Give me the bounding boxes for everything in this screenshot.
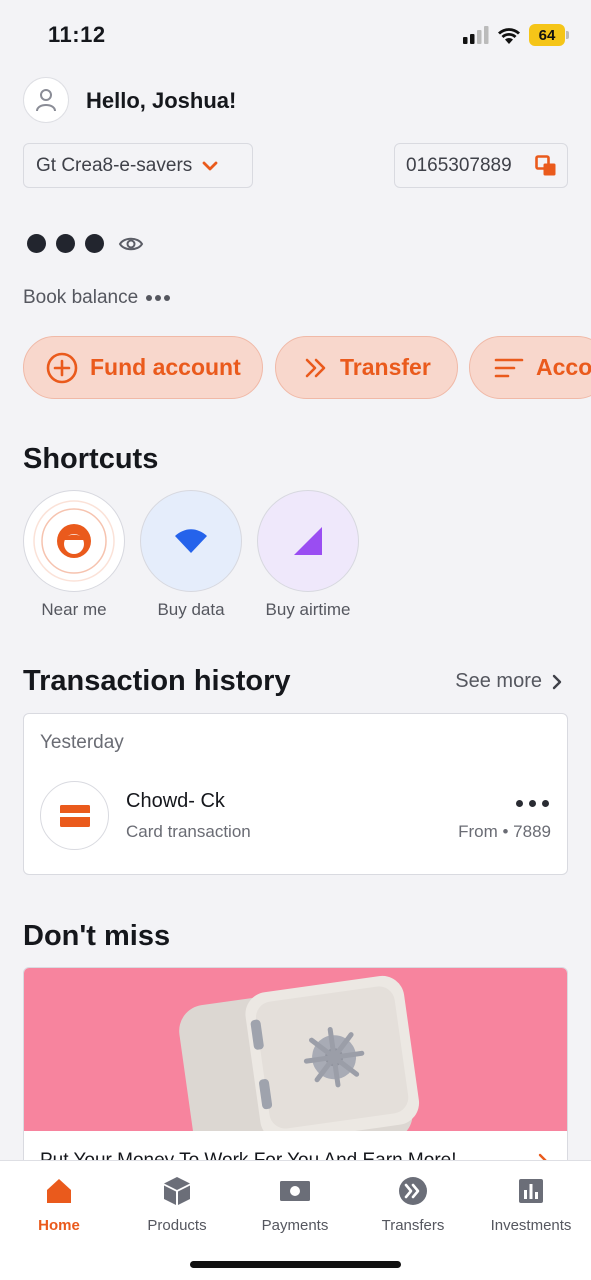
transaction-source: From • 7889 — [458, 822, 551, 841]
plus-circle-icon — [46, 352, 78, 383]
book-balance: Book balance — [23, 287, 171, 309]
chevron-down-icon — [202, 161, 218, 170]
accounts-label: Acco — [536, 354, 591, 380]
fund-account-button[interactable]: Fund account — [23, 336, 263, 399]
nav-transfers[interactable]: Transfers — [354, 1173, 472, 1234]
nav-home-label: Home — [38, 1217, 80, 1234]
shortcut-buy-airtime-label: Buy airtime — [265, 600, 351, 619]
transfer-icon — [399, 1177, 427, 1205]
menu-lines-icon — [494, 358, 524, 377]
see-more-label: See more — [455, 670, 542, 692]
status-icons: 64 — [463, 24, 569, 46]
double-chevron-icon — [305, 358, 326, 377]
shortcut-buy-data-label: Buy data — [157, 600, 225, 619]
transaction-type: Card transaction — [126, 822, 251, 841]
account-number: 0165307889 — [406, 154, 512, 176]
shortcuts-title: Shortcuts — [23, 443, 159, 475]
book-balance-label: Book balance — [23, 287, 139, 308]
chart-icon — [519, 1179, 543, 1203]
box-icon — [164, 1177, 190, 1205]
avatar[interactable] — [23, 77, 69, 123]
battery-indicator: 64 — [529, 24, 569, 46]
transfer-label: Transfer — [340, 354, 431, 380]
transfer-button[interactable]: Transfer — [275, 336, 458, 399]
home-indicator — [190, 1261, 401, 1268]
chevron-right-icon — [552, 674, 562, 689]
see-more-link[interactable]: See more — [455, 670, 563, 693]
transaction-icon — [40, 781, 109, 850]
shortcut-buy-airtime[interactable]: Buy airtime — [256, 490, 360, 620]
transaction-name: Chowd- Ck — [126, 790, 225, 812]
copy-icon[interactable] — [535, 154, 557, 177]
shortcut-near-me-label: Near me — [41, 600, 107, 619]
transaction-day: Yesterday — [40, 732, 124, 753]
nav-products-label: Products — [147, 1217, 207, 1234]
more-options-icon[interactable] — [516, 800, 549, 807]
book-balance-hidden — [146, 295, 171, 301]
home-icon — [47, 1179, 71, 1203]
transaction-card: Yesterday Chowd- Ck Card transaction Fro… — [23, 713, 568, 875]
nav-products[interactable]: Products — [118, 1173, 236, 1234]
nav-payments[interactable]: Payments — [236, 1173, 354, 1234]
accounts-button[interactable]: Acco — [469, 336, 591, 399]
account-number-box[interactable]: 0165307889 — [394, 143, 568, 188]
greeting: Hello, Joshua! — [86, 88, 237, 113]
user-icon — [36, 89, 56, 112]
hidden-balance — [27, 234, 144, 253]
wifi-icon — [175, 529, 207, 553]
account-selector[interactable]: Gt Crea8-e-savers — [23, 143, 253, 188]
payment-icon — [280, 1181, 310, 1201]
nav-home[interactable]: Home — [0, 1173, 118, 1234]
fund-account-label: Fund account — [90, 354, 241, 380]
dont-miss-title: Don't miss — [23, 920, 171, 952]
nav-payments-label: Payments — [261, 1217, 329, 1234]
eye-icon[interactable] — [118, 235, 144, 253]
shortcut-near-me[interactable]: Near me — [22, 490, 126, 620]
shortcut-buy-data[interactable]: Buy data — [139, 490, 243, 620]
promo-image — [24, 968, 567, 1131]
signal-triangle-icon — [294, 527, 322, 555]
cellular-signal-icon — [463, 26, 489, 44]
location-face-icon — [33, 500, 115, 582]
wifi-status-icon — [498, 28, 520, 44]
account-name: Gt Crea8-e-savers — [36, 154, 193, 176]
safe-illustration — [179, 975, 420, 1131]
card-icon — [59, 804, 90, 827]
nav-investments[interactable]: Investments — [472, 1173, 590, 1234]
nav-transfers-label: Transfers — [381, 1217, 445, 1234]
status-time: 11:12 — [48, 22, 106, 47]
nav-investments-label: Investments — [490, 1217, 572, 1234]
transaction-history-title: Transaction history — [23, 665, 291, 697]
